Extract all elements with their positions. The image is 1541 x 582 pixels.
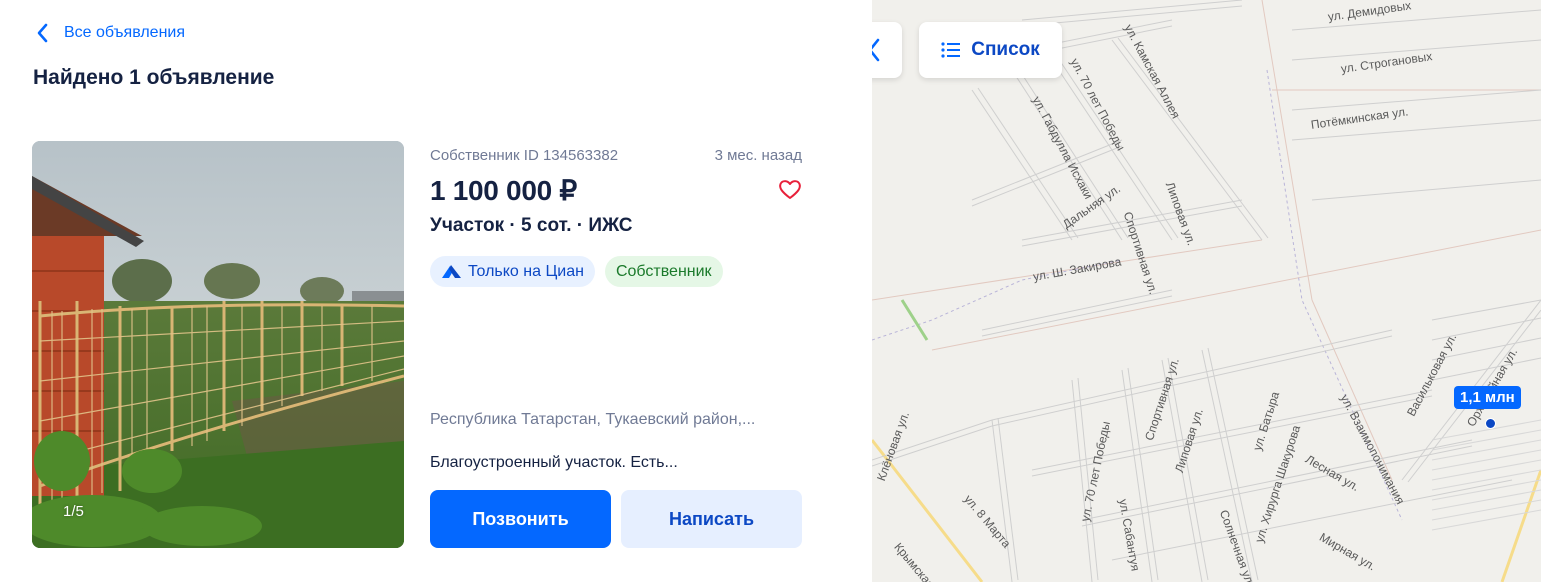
- badge-only-cian: Только на Циан: [430, 256, 595, 287]
- listing-date: 3 мес. назад: [714, 147, 802, 164]
- listing-info: Собственник ID 134563382 3 мес. назад 1 …: [430, 141, 804, 548]
- chevron-left-icon: [872, 38, 880, 62]
- listing-card[interactable]: 1/5 Собственник ID 134563382 3 мес. наза…: [32, 141, 804, 548]
- badges: Только на Циан Собственник: [430, 256, 723, 287]
- chevron-left-icon: [37, 23, 48, 43]
- call-button[interactable]: Позвонить: [430, 490, 611, 548]
- listing-subtitle: Участок · 5 сот. · ИЖС: [430, 215, 633, 236]
- all-listings-label: Все объявления: [64, 24, 186, 41]
- write-button[interactable]: Написать: [621, 490, 802, 548]
- photo-image: [32, 141, 404, 548]
- listing-description: Благоустроенный участок. Есть...: [430, 454, 678, 471]
- all-listings-link[interactable]: Все объявления: [34, 22, 185, 44]
- badge-only-cian-label: Только на Циан: [468, 262, 584, 280]
- map-price-pin[interactable]: 1,1 млн: [1454, 386, 1521, 409]
- listing-photo[interactable]: 1/5: [32, 141, 404, 548]
- badge-owner: Собственник: [604, 256, 723, 287]
- photo-counter: 1/5: [63, 503, 84, 520]
- map-pin-dot[interactable]: [1485, 418, 1496, 429]
- map[interactable]: ул. Демидовых ул. Строгановых Потёмкинск…: [872, 0, 1541, 582]
- owner-id: Собственник ID 134563382: [430, 147, 619, 164]
- heart-icon[interactable]: [778, 178, 802, 200]
- listing-price: 1 100 000 ₽: [430, 175, 577, 206]
- list-view-label: Список: [971, 39, 1040, 60]
- listing-panel: Все объявления Найдено 1 объявление 1/5 …: [0, 0, 872, 582]
- list-icon: [941, 42, 961, 58]
- listing-address: Республика Татарстан, Тукаевский район,.…: [430, 411, 756, 428]
- map-back-button[interactable]: [872, 22, 902, 78]
- cian-logo-icon: [442, 265, 461, 278]
- list-view-button[interactable]: Список: [919, 22, 1062, 78]
- results-count-title: Найдено 1 объявление: [33, 66, 275, 89]
